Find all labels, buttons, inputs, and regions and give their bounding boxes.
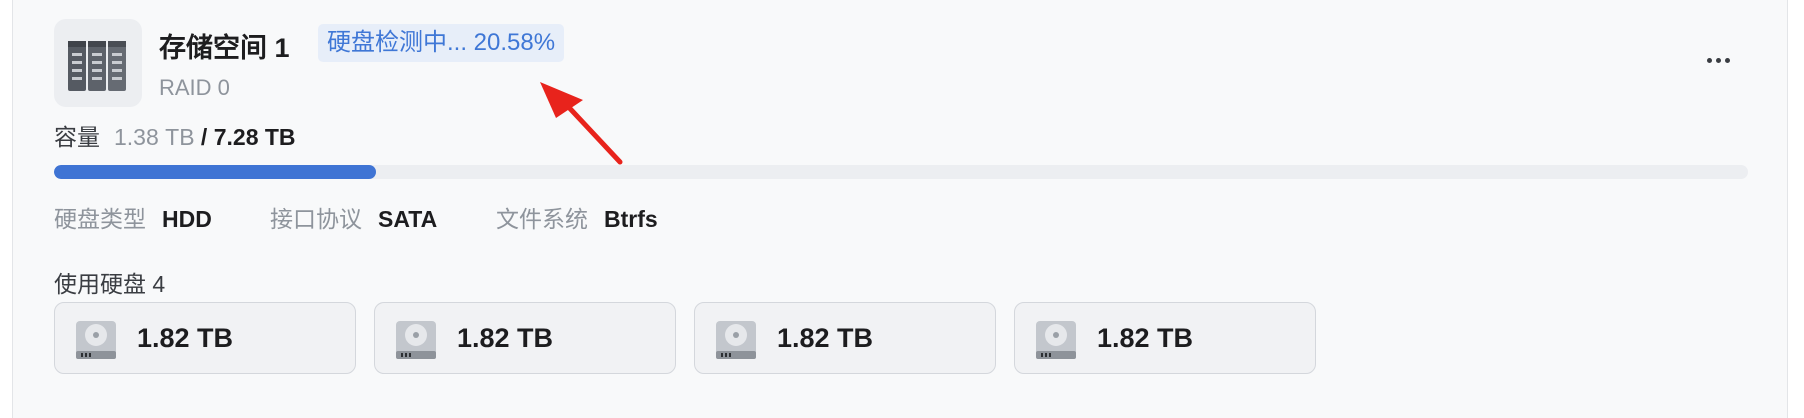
annotation-arrow-icon [540,82,623,165]
